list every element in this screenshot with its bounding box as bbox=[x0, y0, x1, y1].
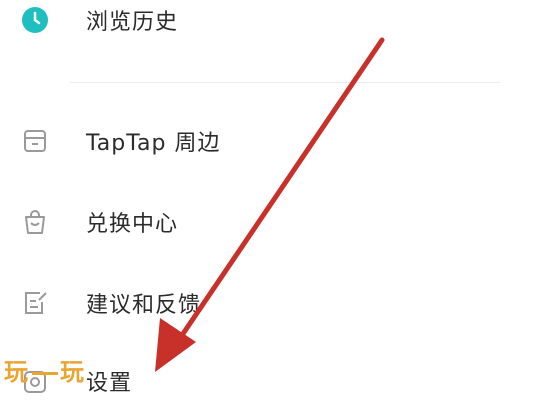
menu-item-taptap-store[interactable]: TapTap 周边 bbox=[18, 113, 518, 169]
store-icon bbox=[18, 124, 52, 158]
sidebar-menu: 浏览历史 TapTap 周边 兑换中心 建议和反馈 设置 bbox=[0, 0, 537, 396]
menu-item-history[interactable]: 浏览历史 bbox=[18, 0, 518, 48]
clock-icon bbox=[18, 3, 52, 37]
menu-item-label: TapTap 周边 bbox=[86, 131, 221, 156]
menu-item-label: 浏览历史 bbox=[86, 10, 179, 35]
watermark-right: 玩 bbox=[60, 358, 86, 386]
menu-item-redeem-center[interactable]: 兑换中心 bbox=[18, 194, 518, 250]
menu-item-label: 设置 bbox=[86, 371, 133, 396]
watermark: 玩玩 bbox=[4, 352, 86, 387]
menu-item-feedback[interactable]: 建议和反馈 bbox=[18, 275, 518, 331]
feedback-edit-icon bbox=[18, 286, 52, 320]
menu-item-settings[interactable]: 设置 bbox=[18, 353, 518, 409]
bag-icon bbox=[18, 205, 52, 239]
watermark-left: 玩 bbox=[4, 358, 30, 386]
menu-item-label: 建议和反馈 bbox=[86, 293, 202, 318]
menu-item-label: 兑换中心 bbox=[86, 212, 179, 237]
divider bbox=[70, 82, 500, 83]
